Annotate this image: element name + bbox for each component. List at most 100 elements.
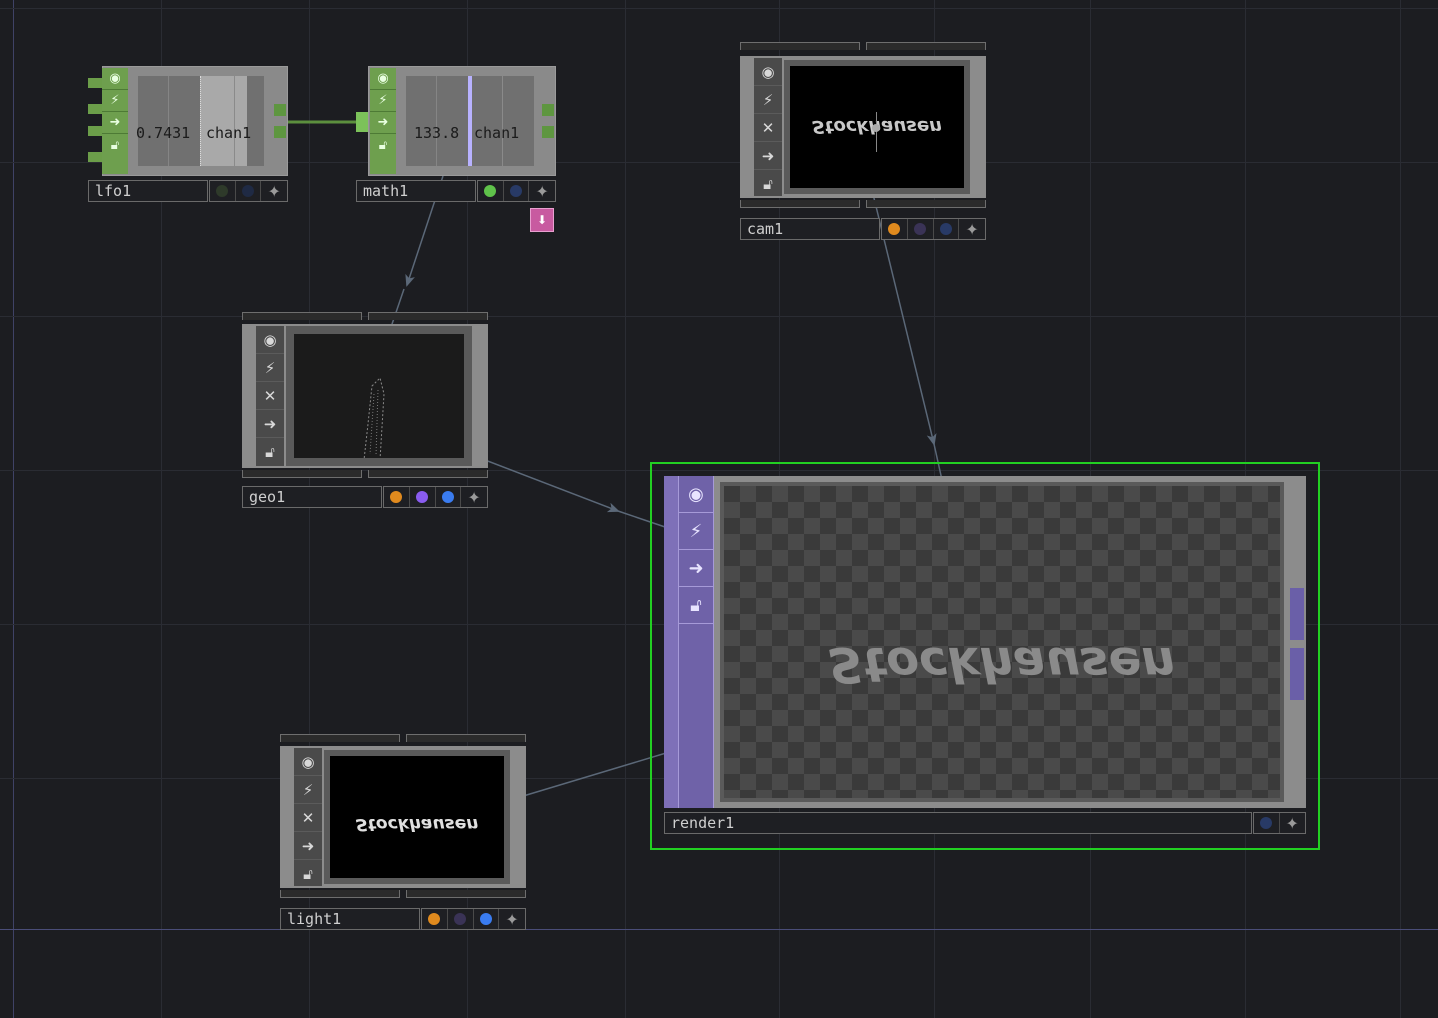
lock-icon[interactable]: 🔓︎ [294, 860, 322, 888]
geometry-preview [363, 377, 385, 458]
flag-column: ◉ ⚡ ➜ 🔓︎ [102, 68, 128, 174]
cook-icon[interactable]: ⚡ [294, 776, 322, 804]
preview-text: Stockhausen [828, 636, 1176, 692]
input-connector[interactable] [88, 152, 102, 162]
node-viewer: Stockhausen [324, 750, 510, 884]
plus-icon[interactable]: ✦ [959, 219, 985, 239]
node-dots-render1: ✦ [1253, 812, 1306, 834]
input-connector[interactable] [88, 104, 102, 114]
arrow-icon[interactable]: ➜ [754, 142, 782, 170]
plus-icon[interactable]: ✦ [261, 181, 287, 201]
level-bar [200, 76, 247, 166]
node-tab [406, 734, 526, 742]
viewer-icon[interactable]: ◉ [102, 68, 128, 90]
plus-icon[interactable]: ✦ [529, 181, 555, 201]
node-tab [866, 42, 986, 50]
cook-icon[interactable]: ⚡ [370, 90, 396, 112]
lock-icon[interactable]: 🔓︎ [370, 134, 396, 156]
display-flag[interactable] [210, 181, 236, 201]
camera-center [872, 124, 880, 132]
level-bar [468, 76, 472, 166]
channel-viewer [138, 76, 264, 166]
node-tab [368, 312, 488, 320]
output-connector[interactable] [274, 104, 286, 116]
output-connector[interactable] [1290, 648, 1304, 700]
input-connector[interactable] [88, 126, 102, 136]
channel-name: chan1 [206, 124, 252, 142]
node-name-render1[interactable]: render1 [664, 812, 1252, 834]
viewer-icon[interactable]: ◉ [294, 748, 322, 776]
lock-icon[interactable]: 🔓︎ [679, 587, 713, 624]
display-flag[interactable] [384, 487, 410, 507]
display-flag[interactable] [422, 909, 448, 929]
display-flag[interactable] [478, 181, 504, 201]
node-dots-lfo1: ✦ [209, 180, 288, 202]
plus-icon[interactable]: ✦ [461, 487, 487, 507]
cook-icon[interactable]: ⚡ [754, 86, 782, 114]
node-viewer [286, 326, 472, 466]
output-connector[interactable] [542, 126, 554, 138]
channel-value: 0.7431 [136, 124, 191, 142]
node-dots-geo1: ✦ [383, 486, 488, 508]
viewer-icon[interactable]: ◉ [256, 326, 284, 354]
node-geo1[interactable]: ◉ ⚡ ✕ ➜ 🔓︎ [242, 324, 488, 468]
channel-viewer [406, 76, 534, 166]
lock-icon[interactable]: 🔓︎ [754, 170, 782, 198]
node-tab [740, 42, 860, 50]
node-math1[interactable]: ◉ ⚡ ➜ 🔓︎ 133.8 chan1 [356, 66, 556, 176]
output-connector[interactable] [542, 104, 554, 116]
viewer-icon[interactable]: ◉ [679, 476, 713, 513]
node-render1[interactable]: ◉ ⚡ ➜ 🔓︎ Stockhausen [664, 476, 1306, 808]
pick-flag[interactable] [474, 909, 500, 929]
node-name-light1[interactable]: light1 [280, 908, 420, 930]
flag-column: ◉ ⚡ ✕ ➜ 🔓︎ [294, 748, 322, 888]
render-flag[interactable] [504, 181, 530, 201]
bypass-icon[interactable]: ✕ [294, 804, 322, 832]
bypass-icon[interactable]: ✕ [754, 114, 782, 142]
render-flag[interactable] [236, 181, 262, 201]
viewer-column [502, 76, 503, 166]
node-name-cam1[interactable]: cam1 [740, 218, 880, 240]
node-name-math1[interactable]: math1 [356, 180, 476, 202]
pick-flag[interactable] [436, 487, 462, 507]
render-flag[interactable] [1254, 813, 1280, 833]
node-dots-light1: ✦ [421, 908, 526, 930]
viewer-column [406, 76, 437, 166]
cook-icon[interactable]: ⚡ [102, 90, 128, 112]
flag-column: ◉ ⚡ ✕ ➜ 🔓︎ [256, 326, 284, 466]
node-name-geo1[interactable]: geo1 [242, 486, 382, 508]
node-tab [280, 890, 400, 898]
display-flag[interactable] [882, 219, 908, 239]
render-viewer: Stockhausen [720, 482, 1284, 802]
node-tab [242, 312, 362, 320]
plus-icon[interactable]: ✦ [1280, 813, 1305, 833]
output-connector[interactable] [274, 126, 286, 138]
export-icon[interactable]: ⬇ [530, 208, 554, 232]
arrow-icon[interactable]: ➜ [294, 832, 322, 860]
cook-icon[interactable]: ⚡ [679, 513, 713, 550]
node-light1[interactable]: ◉ ⚡ ✕ ➜ 🔓︎ Stockhausen [280, 746, 526, 888]
wire-geo1-render1 [471, 454, 620, 513]
channel-name: chan1 [474, 124, 520, 142]
node-name-lfo1[interactable]: lfo1 [88, 180, 208, 202]
arrow-icon[interactable]: ➜ [256, 410, 284, 438]
pick-flag[interactable] [934, 219, 960, 239]
cook-icon[interactable]: ⚡ [256, 354, 284, 382]
viewer-icon[interactable]: ◉ [754, 58, 782, 86]
input-connector[interactable] [88, 78, 102, 88]
lock-icon[interactable]: 🔓︎ [256, 438, 284, 466]
output-connector[interactable] [1290, 588, 1304, 640]
bypass-icon[interactable]: ➜ [102, 112, 128, 134]
render-flag[interactable] [908, 219, 934, 239]
node-cam1[interactable]: ◉ ⚡ ✕ ➜ 🔓︎ Stockhausen [740, 56, 986, 198]
viewer-column [234, 76, 235, 166]
lock-icon[interactable]: 🔓︎ [102, 134, 128, 156]
viewer-icon[interactable]: ◉ [370, 68, 396, 90]
render-flag[interactable] [410, 487, 436, 507]
bypass-icon[interactable]: ➜ [370, 112, 396, 134]
plus-icon[interactable]: ✦ [499, 909, 525, 929]
node-lfo1[interactable]: ◉ ⚡ ➜ 🔓︎ 0.7431 chan1 [88, 66, 288, 176]
bypass-icon[interactable]: ➜ [679, 550, 713, 587]
bypass-icon[interactable]: ✕ [256, 382, 284, 410]
render-flag[interactable] [448, 909, 474, 929]
